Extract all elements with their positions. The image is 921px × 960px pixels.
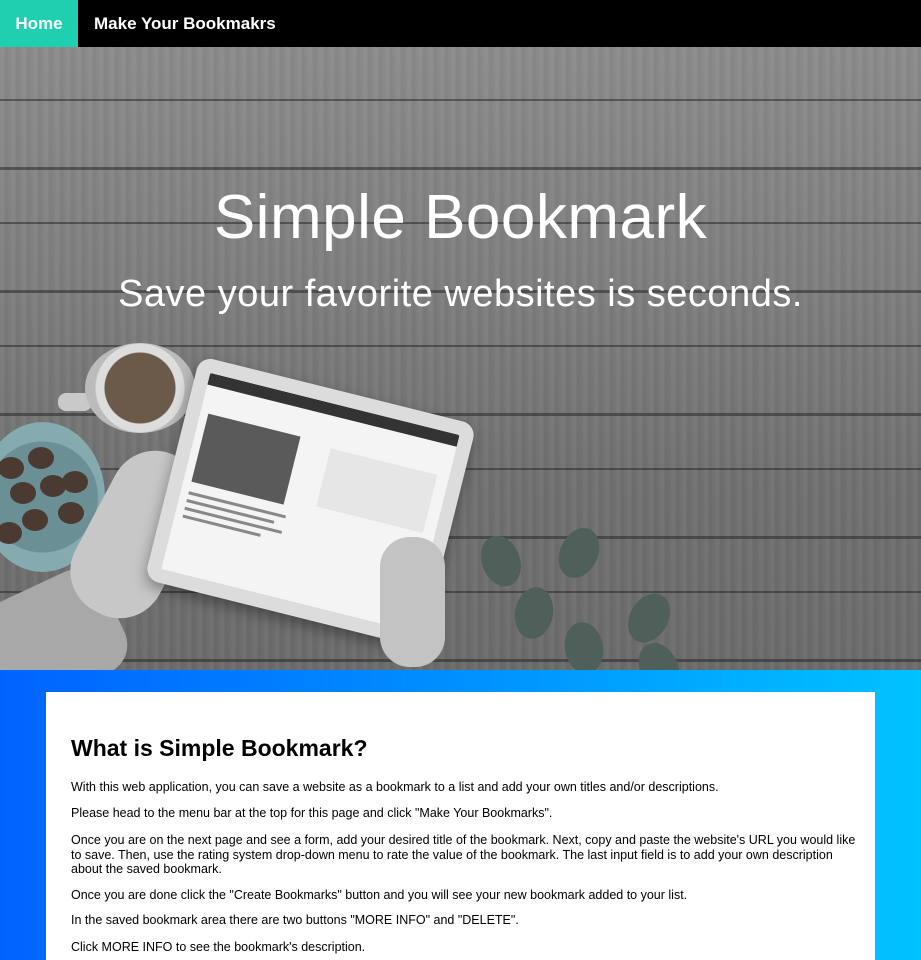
leaf-image xyxy=(474,530,528,592)
coffee-cup-image xyxy=(85,343,195,433)
info-paragraph: Click MORE INFO to see the bookmark's de… xyxy=(71,940,366,954)
leaf-image xyxy=(510,584,558,642)
tablet-article-chart xyxy=(316,448,438,534)
leaf-image xyxy=(619,585,679,651)
info-paragraph: In the saved bookmark area there are two… xyxy=(71,913,519,927)
info-paragraph: Once you are on the next page and see a … xyxy=(71,833,856,876)
info-paragraph: Please head to the menu bar at the top f… xyxy=(71,806,553,820)
info-heading: What is Simple Bookmark? xyxy=(71,735,368,761)
chocolate-image xyxy=(58,502,84,524)
hero-subtitle: Save your favorite websites is seconds. xyxy=(118,273,803,315)
chocolate-image xyxy=(10,482,36,504)
tablet-article-photo xyxy=(191,413,301,505)
chocolate-image xyxy=(62,471,88,493)
chocolate-image xyxy=(22,509,48,531)
nav-make-bookmarks-link[interactable]: Make Your Bookmakrs xyxy=(78,0,292,47)
info-paragraph: With this web application, you can save … xyxy=(71,780,719,794)
top-navbar: Home Make Your Bookmakrs xyxy=(0,0,921,47)
leaf-image xyxy=(560,619,608,670)
chocolate-image xyxy=(28,447,54,469)
right-hand-image xyxy=(380,537,445,667)
nav-home-link[interactable]: Home xyxy=(0,0,78,47)
info-card: What is Simple Bookmark? With this web a… xyxy=(46,692,875,960)
hero-title: Simple Bookmark xyxy=(213,183,708,252)
leaf-image xyxy=(550,521,608,585)
hero-banner: Simple Bookmark Save your favorite websi… xyxy=(0,47,921,670)
info-paragraph: Once you are done click the "Create Book… xyxy=(71,888,688,902)
